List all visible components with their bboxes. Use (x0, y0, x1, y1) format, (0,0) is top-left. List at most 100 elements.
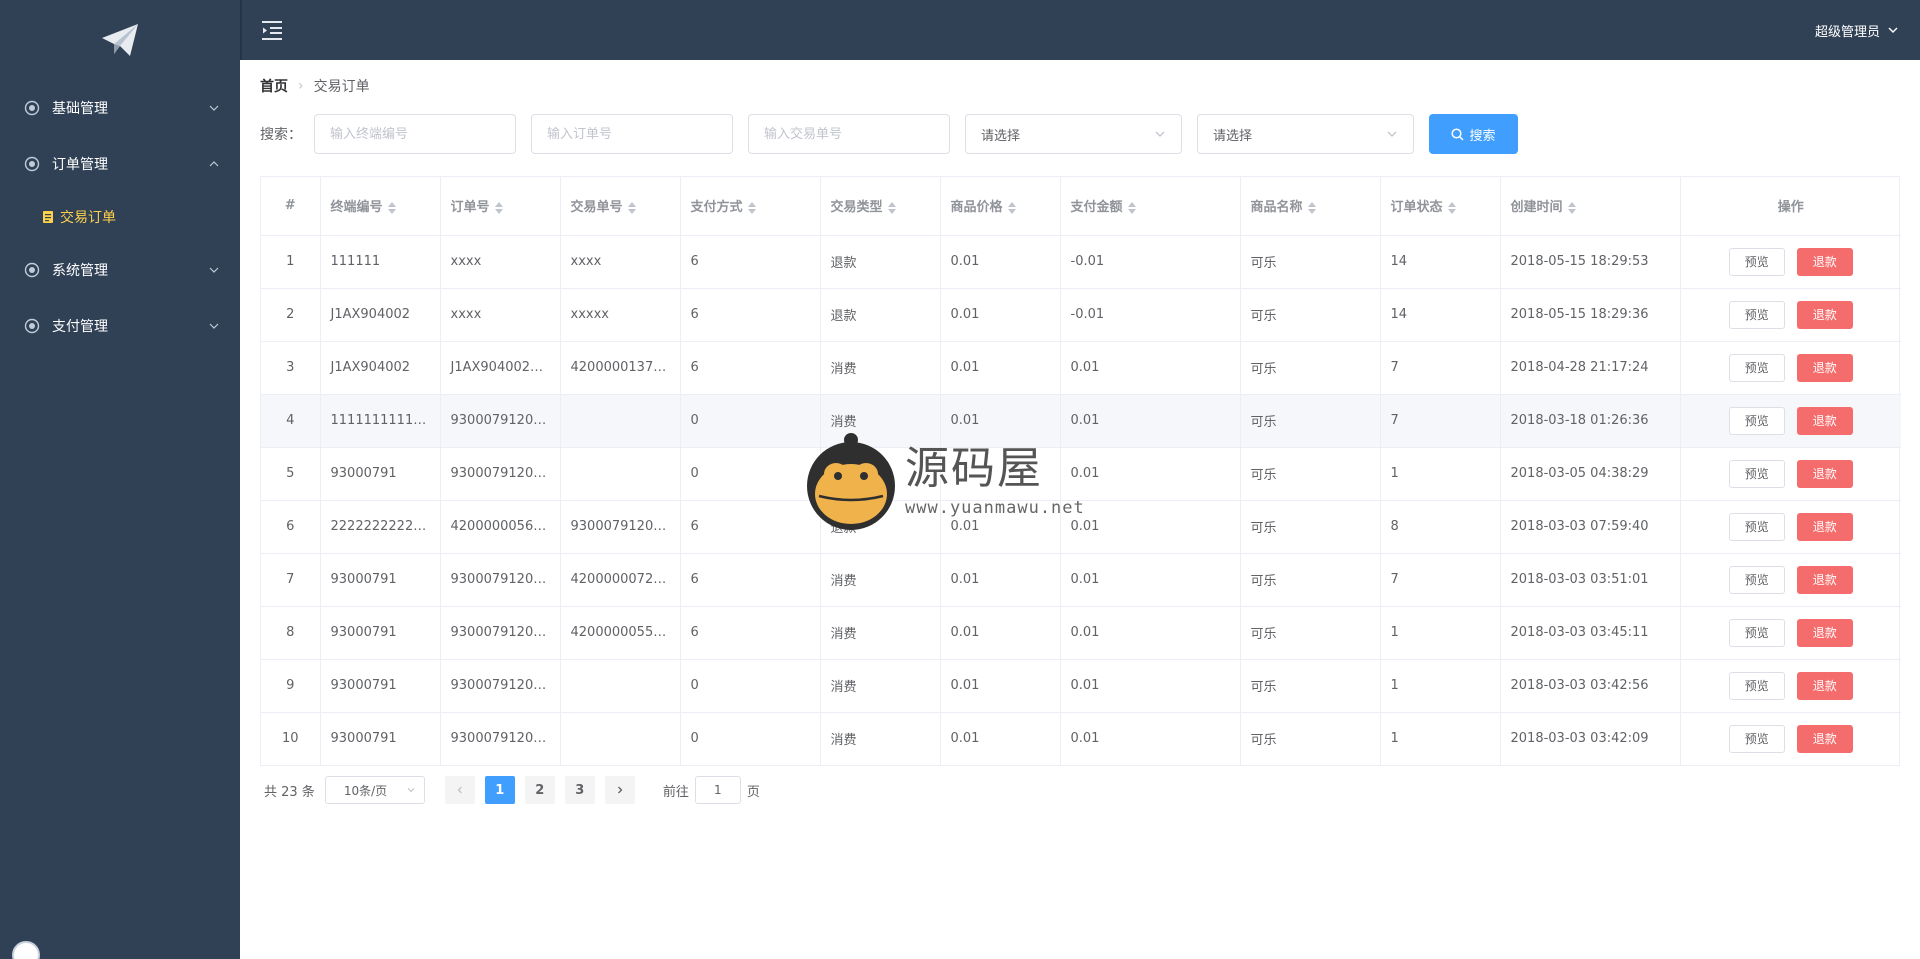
table-cell: xxxxx (560, 288, 681, 342)
search-button[interactable]: 搜索 (1429, 114, 1518, 154)
table-cell: 0.01 (1060, 553, 1241, 607)
table-cell: 0 (680, 447, 821, 501)
prev-page-button[interactable] (444, 776, 475, 804)
table-cell: 0.01 (940, 606, 1061, 660)
sort-caret-icon[interactable] (627, 201, 636, 214)
refund-button[interactable]: 退款 (1796, 565, 1853, 594)
table-cell: 0.01 (940, 712, 1061, 765)
table-row: 4 111111111111… 9300079120… 0 消费 0.01 0.01 可乐 7 2… (261, 394, 1901, 448)
refund-button[interactable]: 退款 (1796, 353, 1853, 382)
refund-button[interactable]: 退款 (1796, 459, 1853, 488)
pagination: 共 23 条 10条/页 123 前往 页 (260, 776, 1900, 804)
column-header[interactable]: 商品价格 (940, 177, 1061, 236)
preview-button[interactable]: 预览 (1728, 300, 1785, 329)
table-cell: 9 (261, 659, 321, 713)
column-header[interactable]: 终端编号 (320, 177, 441, 236)
sort-caret-icon[interactable] (1127, 201, 1136, 214)
preview-button[interactable]: 预览 (1728, 724, 1785, 753)
table-cell: 消费 (820, 606, 941, 660)
sort-caret-icon[interactable] (494, 201, 503, 214)
sort-caret-icon[interactable] (1447, 201, 1456, 214)
preview-button[interactable]: 预览 (1728, 565, 1785, 594)
table-cell: 6 (680, 288, 821, 342)
table-cell: 可乐 (1240, 553, 1381, 607)
sidebar-menu-1[interactable]: 订单管理 (0, 136, 240, 192)
next-page-button[interactable] (604, 776, 635, 804)
preview-button[interactable]: 预览 (1728, 247, 1785, 276)
sort-caret-icon[interactable] (747, 201, 756, 214)
terminal-number-input[interactable] (314, 114, 516, 154)
page-size-select[interactable]: 10条/页 (324, 776, 425, 804)
goto-page-input[interactable] (694, 776, 741, 804)
column-header[interactable]: 订单状态 (1380, 177, 1501, 236)
column-header-label: 操作 (1777, 200, 1804, 216)
page-number-button[interactable]: 2 (524, 776, 555, 804)
column-header: # (261, 177, 321, 236)
table-cell: 0.01 (940, 553, 1061, 607)
table-cell: 9300079120… (440, 553, 561, 607)
payment-method-select[interactable]: 请选择 (965, 114, 1182, 154)
column-header-label: 终端编号 (330, 200, 383, 216)
trade-number-input[interactable] (748, 114, 950, 154)
collapse-menu-icon[interactable] (262, 19, 286, 41)
avatar[interactable] (12, 941, 40, 959)
user-menu[interactable]: 超级管理员 (1815, 21, 1898, 40)
table-row: 3 J1AX904002 J1AX904002… 4200000137… 6 消费 0.01… (261, 341, 1901, 395)
sort-caret-icon[interactable] (1567, 201, 1576, 214)
sort-caret-icon[interactable] (387, 201, 396, 214)
table-cell: 10 (261, 712, 321, 765)
trade-type-select[interactable]: 请选择 (1197, 114, 1414, 154)
column-header-label: 交易类型 (830, 200, 883, 216)
table-cell: 1 (261, 235, 321, 289)
preview-button[interactable]: 预览 (1728, 353, 1785, 382)
table-cell: 5 (261, 447, 321, 501)
chevron-down-icon (209, 267, 219, 273)
table-cell: 9300079120… (440, 659, 561, 713)
table-cell: 8 (1380, 500, 1501, 554)
refund-button[interactable]: 退款 (1796, 247, 1853, 276)
table-cell: 消费 (820, 394, 941, 448)
sort-caret-icon[interactable] (1007, 201, 1016, 214)
table-cell: 3 (261, 341, 321, 395)
column-header[interactable]: 订单号 (440, 177, 561, 236)
sidebar-menu-0[interactable]: 基础管理 (0, 80, 240, 136)
page-number-button[interactable]: 1 (484, 776, 515, 804)
preview-button[interactable]: 预览 (1728, 618, 1785, 647)
preview-button[interactable]: 预览 (1728, 512, 1785, 541)
sort-caret-icon[interactable] (887, 201, 896, 214)
table-cell (940, 447, 1061, 501)
refund-button[interactable]: 退款 (1796, 406, 1853, 435)
table-cell: 6 (680, 235, 821, 289)
table-cell: 0.01 (940, 394, 1061, 448)
refund-button[interactable]: 退款 (1796, 671, 1853, 700)
refund-button[interactable]: 退款 (1796, 618, 1853, 647)
column-header[interactable]: 交易单号 (560, 177, 681, 236)
refund-button[interactable]: 退款 (1796, 512, 1853, 541)
table-cell (560, 394, 681, 448)
sort-caret-icon[interactable] (1307, 201, 1316, 214)
column-header[interactable]: 支付方式 (680, 177, 821, 236)
sidebar-menu-2[interactable]: 系统管理 (0, 242, 240, 298)
page-number-button[interactable]: 3 (564, 776, 595, 804)
table-cell (820, 447, 941, 501)
preview-button[interactable]: 预览 (1728, 671, 1785, 700)
column-header[interactable]: 支付金额 (1060, 177, 1241, 236)
refund-button[interactable]: 退款 (1796, 724, 1853, 753)
breadcrumb-home[interactable]: 首页 (260, 76, 288, 96)
refund-button[interactable]: 退款 (1796, 300, 1853, 329)
breadcrumb: 首页 › 交易订单 (260, 60, 1900, 112)
orders-table: # 终端编号 订单号 交易单号 支付方式 交易类型 商品价格 支付金额 商品名称 订单状态 创建时间… (260, 176, 1901, 766)
preview-button[interactable]: 预览 (1728, 406, 1785, 435)
column-header[interactable]: 交易类型 (820, 177, 941, 236)
preview-button[interactable]: 预览 (1728, 459, 1785, 488)
sidebar-submenu-item[interactable]: 交易订单 (0, 192, 240, 242)
logo[interactable] (0, 0, 240, 80)
table-cell: 2018-03-03 03:51:01 (1500, 553, 1681, 607)
table-cell: 0.01 (940, 341, 1061, 395)
sidebar-menu-3[interactable]: 支付管理 (0, 298, 240, 354)
order-number-input[interactable] (531, 114, 733, 154)
column-header[interactable]: 创建时间 (1500, 177, 1681, 236)
gear-icon (24, 318, 40, 334)
table-cell: 1 (1380, 659, 1501, 713)
column-header[interactable]: 商品名称 (1240, 177, 1381, 236)
